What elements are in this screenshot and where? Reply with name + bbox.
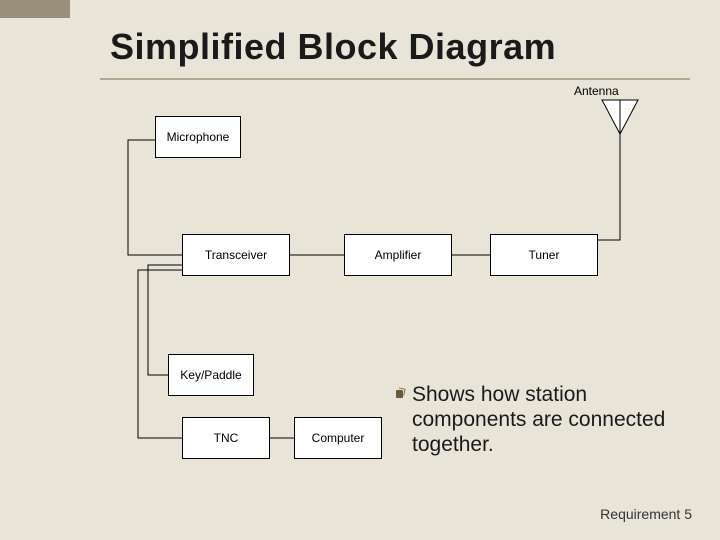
block-transceiver: Transceiver	[182, 234, 290, 276]
block-tuner: Tuner	[490, 234, 598, 276]
block-label: Amplifier	[375, 248, 422, 262]
block-label: Key/Paddle	[180, 368, 241, 382]
block-tnc: TNC	[182, 417, 270, 459]
block-label: Microphone	[167, 130, 230, 144]
block-microphone: Microphone	[155, 116, 241, 158]
description-text: Shows how station components are connect…	[412, 382, 672, 458]
block-label: TNC	[214, 431, 239, 445]
block-label: Tuner	[529, 248, 560, 262]
antenna-label: Antenna	[574, 84, 619, 98]
diagram-stage: Antenna Microphone Transceiver Amplifier…	[0, 0, 720, 540]
block-keypaddle: Key/Paddle	[168, 354, 254, 396]
block-label: Transceiver	[205, 248, 267, 262]
block-amplifier: Amplifier	[344, 234, 452, 276]
block-label: Computer	[312, 431, 365, 445]
bullet-icon	[396, 388, 406, 400]
block-computer: Computer	[294, 417, 382, 459]
footer-text: Requirement 5	[600, 506, 692, 522]
